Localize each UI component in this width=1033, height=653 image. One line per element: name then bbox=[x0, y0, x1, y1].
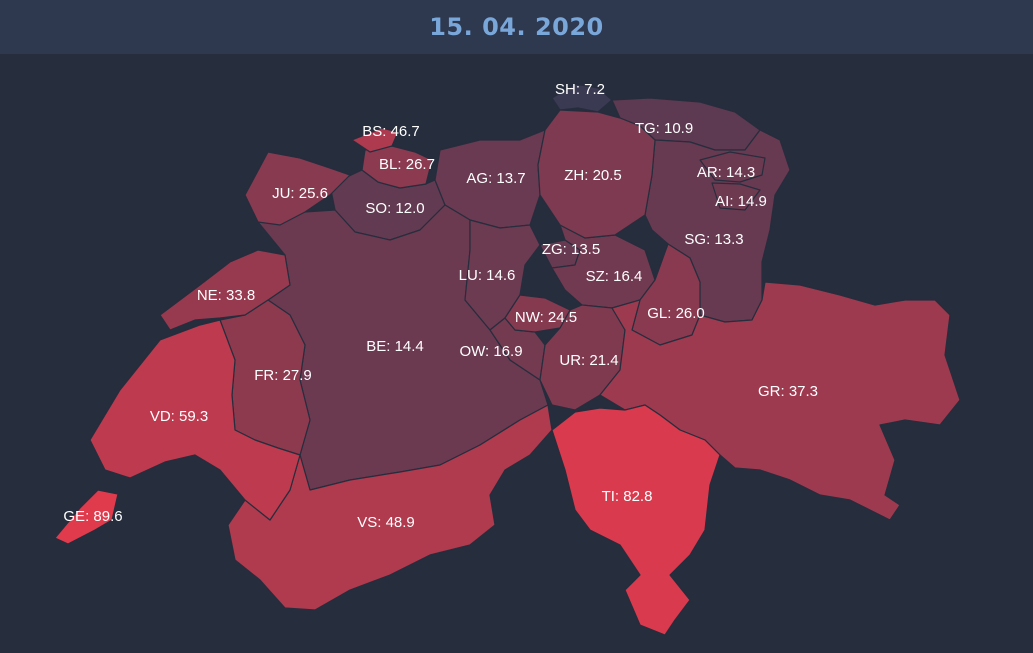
canton-label-fr: FR: 27.9 bbox=[254, 367, 312, 384]
canton-label-tg: TG: 10.9 bbox=[635, 120, 693, 137]
canton-label-ow: OW: 16.9 bbox=[459, 343, 522, 360]
canton-label-gr: GR: 37.3 bbox=[758, 383, 818, 400]
canton-ti[interactable] bbox=[551, 404, 721, 636]
canton-label-ar: AR: 14.3 bbox=[697, 164, 755, 181]
canton-label-sh: SH: 7.2 bbox=[555, 81, 605, 98]
switzerland-map: GE: 89.6 TI: 82.8 VD: 59.3 VS: 48.9 BS: 46.7… bbox=[0, 54, 1033, 653]
canton-label-vs: VS: 48.9 bbox=[357, 514, 415, 531]
header-bar: 15. 04. 2020 bbox=[0, 0, 1033, 54]
canton-label-zh: ZH: 20.5 bbox=[564, 167, 622, 184]
canton-label-be: BE: 14.4 bbox=[366, 338, 424, 355]
date-title: 15. 04. 2020 bbox=[429, 13, 604, 41]
canton-label-ge: GE: 89.6 bbox=[63, 508, 122, 525]
canton-label-bl: BL: 26.7 bbox=[379, 156, 435, 173]
canton-label-sz: SZ: 16.4 bbox=[586, 268, 643, 285]
canton-label-bs: BS: 46.7 bbox=[362, 123, 420, 140]
canton-label-so: SO: 12.0 bbox=[365, 200, 424, 217]
canton-label-zg: ZG: 13.5 bbox=[542, 241, 600, 258]
canton-label-ti: TI: 82.8 bbox=[602, 488, 653, 505]
canton-sz[interactable] bbox=[551, 224, 656, 309]
canton-label-ag: AG: 13.7 bbox=[466, 170, 525, 187]
canton-label-vd: VD: 59.3 bbox=[150, 408, 208, 425]
canton-label-nw: NW: 24.5 bbox=[515, 309, 577, 326]
map-canvas: GE: 89.6 TI: 82.8 VD: 59.3 VS: 48.9 BS: 46.7… bbox=[54, 81, 961, 636]
canton-label-ju: JU: 25.6 bbox=[272, 185, 328, 202]
canton-label-ne: NE: 33.8 bbox=[197, 287, 255, 304]
canton-label-ur: UR: 21.4 bbox=[559, 352, 618, 369]
canton-label-sg: SG: 13.3 bbox=[684, 231, 743, 248]
canton-label-gl: GL: 26.0 bbox=[647, 305, 705, 322]
canton-label-lu: LU: 14.6 bbox=[459, 267, 516, 284]
canton-label-ai: AI: 14.9 bbox=[715, 193, 767, 210]
